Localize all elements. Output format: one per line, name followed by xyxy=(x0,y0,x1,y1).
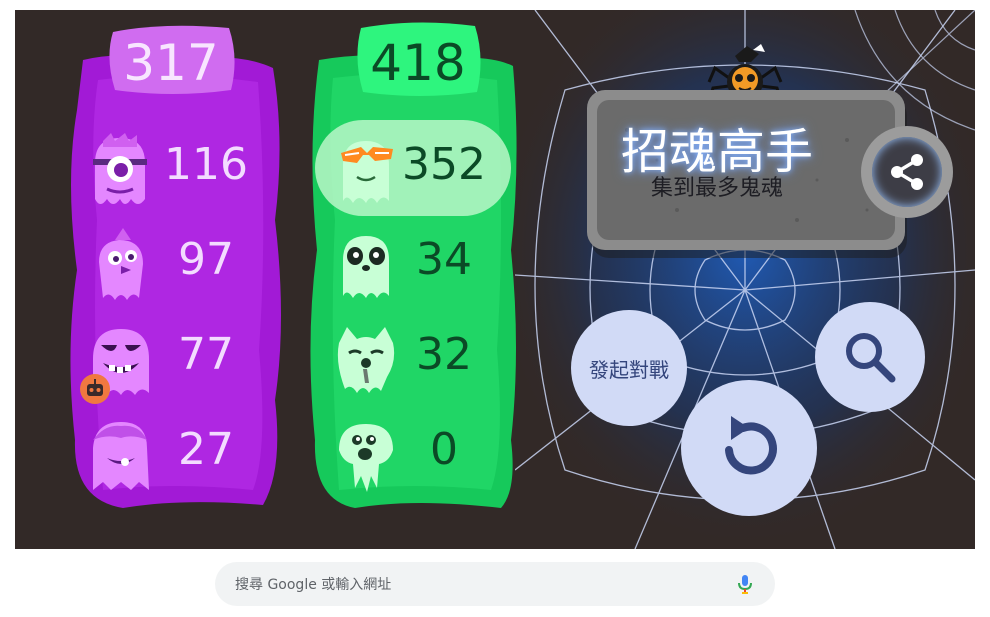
share-button-face xyxy=(872,137,942,207)
green-team-panel: 418 352 34 32 0 xyxy=(305,20,521,510)
purple-member-row: 97 xyxy=(63,220,283,310)
google-search-bar[interactable]: 搜尋 Google 或輸入網址 xyxy=(215,562,775,606)
share-button[interactable] xyxy=(861,126,953,218)
game-screen: 317 116 97 77 27 418 352 34 32 0 招魂高手 集到… xyxy=(15,10,975,549)
green-member-score: 32 xyxy=(416,329,472,380)
search-button[interactable] xyxy=(815,302,925,412)
bird-ghost-icon xyxy=(99,228,143,300)
green-member-score: 0 xyxy=(430,424,458,475)
purple-member-row: 27 xyxy=(63,410,283,500)
robot-icon xyxy=(80,374,110,404)
start-battle-button[interactable]: 發起對戰 xyxy=(571,310,687,426)
purple-member-score: 77 xyxy=(178,329,234,380)
purple-member-score: 27 xyxy=(178,424,234,475)
search-icon xyxy=(846,333,896,383)
purple-team-total: 317 xyxy=(123,34,219,92)
green-member-row: 34 xyxy=(305,220,521,310)
green-member-row: 32 xyxy=(305,315,521,405)
purple-member-row: 116 xyxy=(63,125,283,215)
start-battle-label: 發起對戰 xyxy=(589,357,669,382)
green-member-row-highlighted: 352 xyxy=(305,120,521,216)
microphone-icon[interactable] xyxy=(733,572,757,596)
purple-team-panel: 317 116 97 77 27 xyxy=(63,20,283,510)
green-member-score: 352 xyxy=(402,139,486,190)
purple-member-row: 77 xyxy=(63,315,283,405)
replay-button[interactable] xyxy=(681,380,817,516)
replay-icon xyxy=(725,416,777,475)
green-member-score: 34 xyxy=(416,234,472,285)
green-team-total: 418 xyxy=(370,34,466,92)
purple-member-score: 116 xyxy=(164,139,248,190)
purple-member-score: 97 xyxy=(178,234,234,285)
share-icon xyxy=(891,154,923,190)
green-member-row: 0 xyxy=(305,410,521,500)
one-eyed-ghost-icon xyxy=(93,133,147,204)
shaggy-ghost-icon xyxy=(93,422,149,490)
achievement-subtitle: 集到最多鬼魂 xyxy=(650,176,783,201)
search-input[interactable]: 搜尋 Google 或輸入網址 xyxy=(235,574,733,594)
